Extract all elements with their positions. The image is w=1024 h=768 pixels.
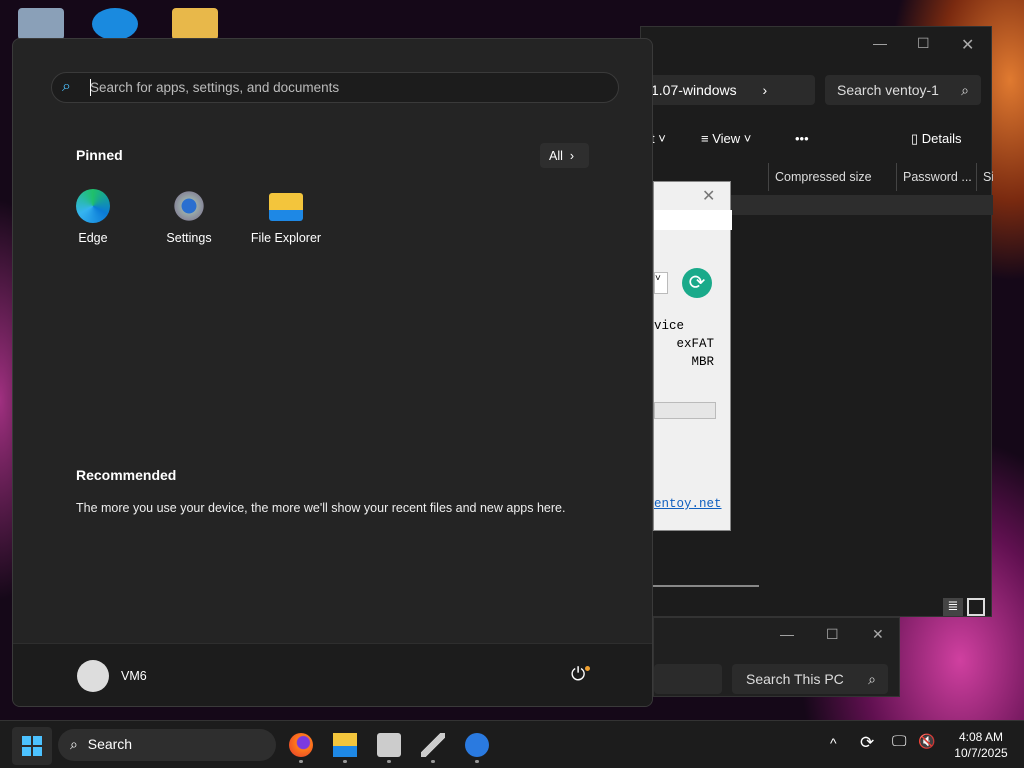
edge-icon: [76, 189, 110, 223]
user-name: VM6: [121, 669, 147, 683]
date: 10/7/2025: [954, 746, 1008, 760]
more-button[interactable]: •••: [795, 131, 809, 146]
filesystem-value: exFAT: [676, 337, 714, 351]
gear-icon: [172, 189, 206, 223]
recommended-text: The more you use your device, the more w…: [76, 501, 566, 515]
pinned-file-explorer[interactable]: File Explorer: [241, 189, 331, 245]
partition-style-value: MBR: [691, 355, 714, 369]
horizontal-scrollbar[interactable]: [653, 585, 759, 587]
start-search-input[interactable]: ⌕ Search for apps, settings, and documen…: [51, 72, 619, 103]
search-input[interactable]: Search This PC ⌕: [732, 664, 888, 694]
device-label: vice: [654, 319, 685, 333]
ventoy-dialog: ✕ ˅ ⟳ vice exFAT MBR entoy.net: [653, 181, 732, 531]
network-icon[interactable]: 🖵: [892, 733, 906, 750]
details-button[interactable]: ▯ Details: [911, 131, 962, 147]
taskbar-search[interactable]: ⌕ Search: [58, 729, 276, 761]
website-link[interactable]: entoy.net: [654, 497, 722, 511]
maximize-button[interactable]: ☐: [826, 626, 839, 643]
start-menu: ⌕ Search for apps, settings, and documen…: [12, 38, 653, 707]
folder-icon: [269, 193, 303, 221]
show-hidden-icons-button[interactable]: ^: [830, 735, 837, 751]
device-dropdown[interactable]: ˅: [654, 272, 668, 294]
all-apps-button[interactable]: All ›: [540, 143, 589, 168]
selected-row[interactable]: [731, 195, 993, 215]
pinned-title: Pinned: [76, 147, 123, 163]
close-button[interactable]: ✕: [961, 35, 974, 55]
windows-icon: [22, 736, 42, 756]
volume-muted-icon[interactable]: 🔇: [918, 733, 935, 750]
minimize-button[interactable]: —: [780, 626, 794, 642]
recycle-bin-icon[interactable]: [18, 8, 64, 40]
refresh-icon[interactable]: ⟳: [682, 268, 712, 298]
search-icon: ⌕: [70, 736, 78, 752]
progress-bar: [654, 402, 716, 419]
start-button[interactable]: [12, 727, 52, 765]
sort-button[interactable]: t ˅: [651, 131, 666, 146]
app-icon[interactable]: [465, 733, 489, 763]
taskbar: ⌕ Search ^ ⟳ 🖵 🔇 4:08 AM 10/7/2025: [0, 720, 1024, 768]
search-icon: ⌕: [961, 82, 969, 98]
pinned-edge[interactable]: Edge: [48, 189, 138, 245]
close-button[interactable]: ✕: [872, 626, 884, 643]
firefox-icon[interactable]: [289, 733, 313, 763]
this-pc-window: — ☐ ✕ Search This PC ⌕: [653, 617, 900, 697]
file-explorer-icon[interactable]: [333, 733, 357, 763]
tiles-view-button[interactable]: [967, 598, 985, 616]
pinned-settings[interactable]: Settings: [144, 189, 234, 245]
avatar: [77, 660, 109, 692]
time: 4:08 AM: [958, 730, 1004, 744]
search-placeholder: Search ventoy-1: [837, 82, 939, 98]
search-placeholder: Search This PC: [746, 671, 844, 687]
maximize-button[interactable]: ☐: [917, 35, 930, 52]
column-compressed-size[interactable]: Compressed size: [768, 163, 896, 191]
usb-icon[interactable]: [421, 733, 445, 763]
column-password[interactable]: Password ...: [896, 163, 976, 191]
user-button[interactable]: VM6: [77, 660, 197, 694]
package-icon[interactable]: [377, 733, 401, 763]
column-size[interactable]: Si: [976, 163, 993, 191]
search-icon: ⌕: [868, 671, 876, 687]
search-placeholder: Search for apps, settings, and documents: [90, 80, 340, 95]
recommended-title: Recommended: [76, 467, 177, 483]
search-input[interactable]: Search ventoy-1 ⌕: [825, 75, 981, 105]
close-button[interactable]: ✕: [702, 186, 715, 206]
edge-desktop-icon[interactable]: [92, 8, 138, 40]
view-button[interactable]: ≡ View ˅: [701, 131, 751, 146]
power-icon[interactable]: ⏻: [571, 664, 585, 685]
sync-icon[interactable]: ⟳: [860, 733, 874, 753]
details-view-button[interactable]: ≣: [943, 598, 963, 616]
search-icon: ⌕: [62, 78, 71, 95]
folder-desktop-icon[interactable]: [172, 8, 218, 40]
start-footer: VM6 ⏻: [13, 643, 652, 706]
address-text: 1.07-windows: [651, 82, 737, 98]
address-bar[interactable]: 1.07-windows ›: [641, 75, 815, 105]
clock[interactable]: 4:08 AM 10/7/2025: [946, 729, 1016, 761]
address-bar[interactable]: [654, 664, 722, 694]
minimize-button[interactable]: —: [873, 35, 887, 51]
